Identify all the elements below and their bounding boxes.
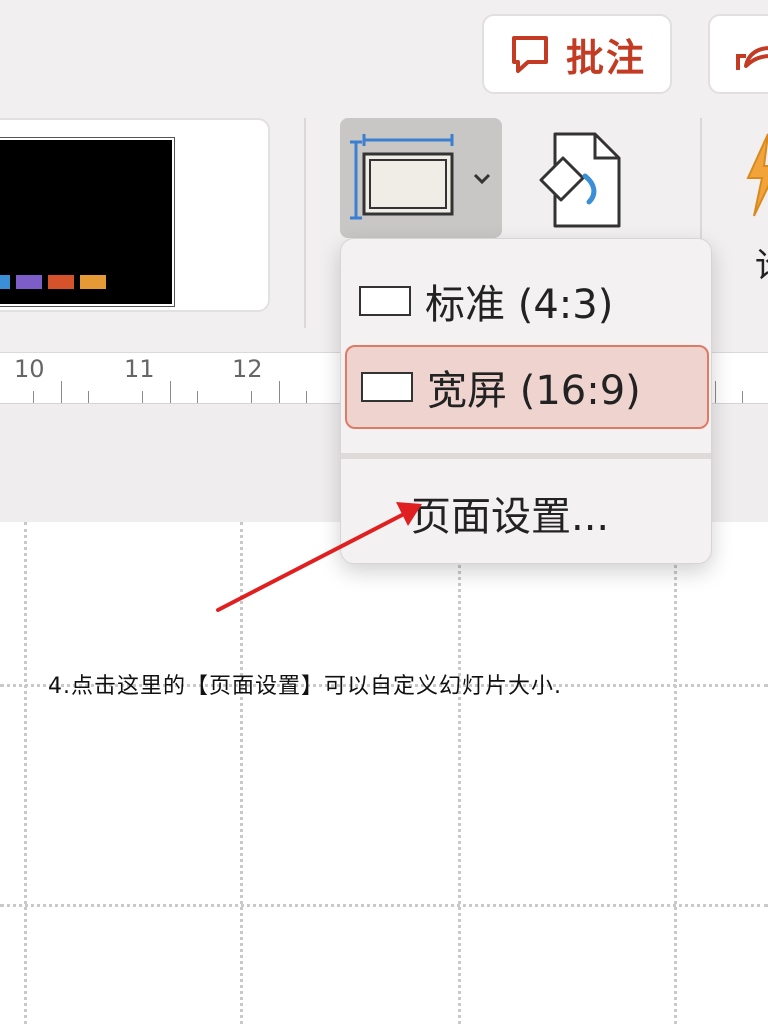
format-background-icon[interactable] bbox=[535, 130, 625, 230]
grid-guide bbox=[458, 522, 461, 1024]
theme-color-swatch bbox=[16, 275, 42, 289]
ruler-tick bbox=[142, 391, 144, 403]
comments-label: 批注 bbox=[565, 35, 646, 80]
slide-size-button[interactable] bbox=[340, 118, 502, 238]
menu-item-page-setup[interactable]: 页面设置... bbox=[345, 471, 709, 555]
slide-shape-icon bbox=[361, 372, 413, 402]
menu-item-label: 标准 (4:3) bbox=[425, 282, 614, 328]
slide-shape-icon bbox=[359, 286, 411, 316]
menu-item-standard[interactable]: 标准 (4:3) bbox=[345, 259, 709, 343]
ruler-tick bbox=[251, 391, 253, 403]
ruler-tick bbox=[60, 381, 62, 403]
grid-guide bbox=[674, 522, 677, 1024]
ruler-tick bbox=[305, 391, 307, 403]
theme-color-swatch bbox=[80, 275, 106, 289]
annotation-text: 4.点击这里的【页面设置】可以自定义幻灯片大小. bbox=[48, 674, 562, 699]
comment-icon bbox=[511, 36, 548, 73]
menu-separator bbox=[341, 453, 711, 459]
ruler-tick bbox=[33, 391, 35, 403]
share-icon bbox=[736, 40, 768, 70]
ruler-number: 10 bbox=[14, 355, 45, 383]
slide-size-menu: 标准 (4:3) 宽屏 (16:9) 页面设置... bbox=[340, 238, 712, 564]
theme-color-swatch bbox=[0, 275, 10, 289]
title-bar: 批注 bbox=[0, 0, 768, 108]
ruler-tick bbox=[714, 381, 716, 403]
theme-thumbnail bbox=[0, 137, 175, 307]
theme-color-swatch bbox=[48, 275, 74, 289]
grid-guide bbox=[24, 522, 27, 1024]
ruler-tick bbox=[87, 391, 89, 403]
slide-canvas[interactable]: 4.点击这里的【页面设置】可以自定义幻灯片大小. bbox=[0, 522, 768, 1024]
ruler-tick bbox=[278, 381, 280, 403]
ribbon-separator bbox=[304, 118, 306, 328]
menu-item-widescreen[interactable]: 宽屏 (16:9) bbox=[345, 345, 709, 429]
comments-button[interactable]: 批注 bbox=[482, 14, 672, 94]
ruler-number: 11 bbox=[124, 355, 155, 383]
designer-label: 论 bbox=[755, 238, 768, 287]
ruler-tick bbox=[169, 381, 171, 403]
chevron-down-icon bbox=[473, 173, 491, 185]
designer-icon[interactable] bbox=[740, 130, 768, 220]
grid-guide bbox=[240, 522, 243, 1024]
menu-item-label: 页面设置... bbox=[411, 494, 610, 540]
ruler-number: 12 bbox=[232, 355, 263, 383]
ruler-tick bbox=[196, 391, 198, 403]
grid-guide bbox=[0, 904, 768, 907]
ruler-tick bbox=[741, 391, 743, 403]
share-button[interactable] bbox=[708, 14, 768, 94]
menu-item-label: 宽屏 (16:9) bbox=[427, 368, 641, 414]
theme-preview[interactable] bbox=[0, 118, 270, 312]
